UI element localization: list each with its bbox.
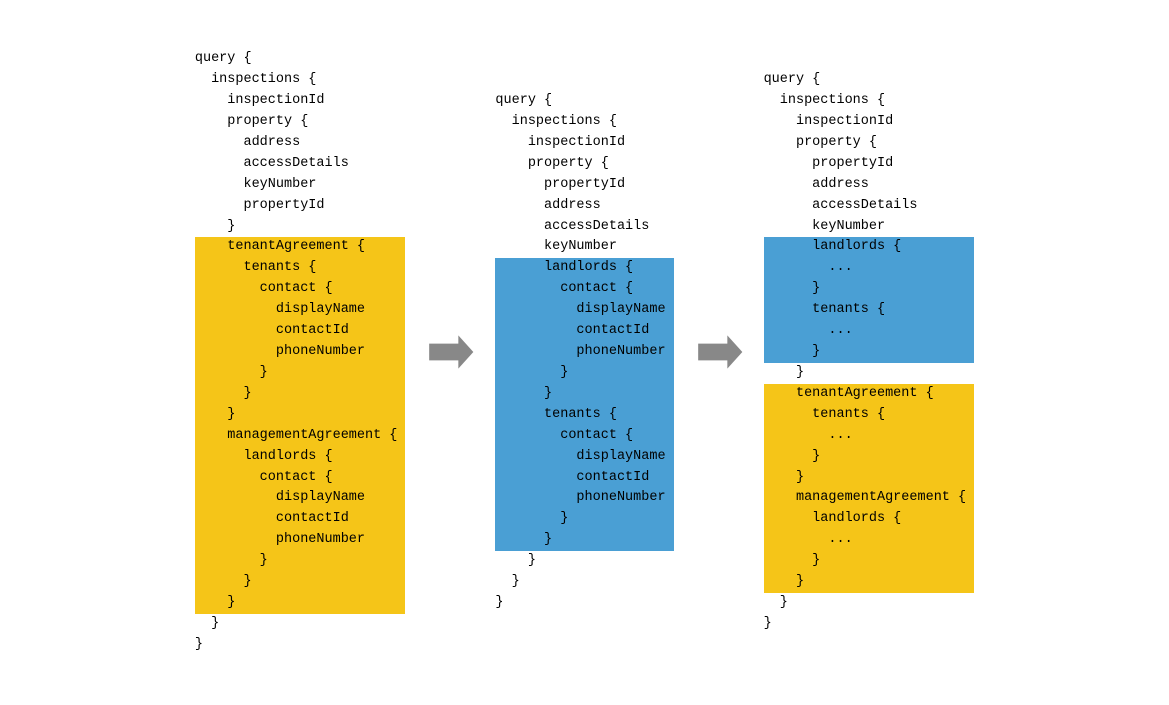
code-line: managementAgreement {: [195, 426, 406, 447]
code-line: }: [195, 405, 406, 426]
code-line: contact {: [495, 279, 673, 300]
code-line: propertyId: [495, 175, 673, 196]
code-line: tenants {: [764, 405, 975, 426]
code-block-1: query { inspections { inspectionId prope…: [195, 49, 406, 656]
code-line: }: [195, 635, 406, 656]
code-line: phoneNumber: [195, 342, 406, 363]
code-line: query {: [195, 49, 406, 70]
code-line: }: [195, 614, 406, 635]
code-line: propertyId: [764, 154, 975, 175]
code-line: contact {: [195, 468, 406, 489]
code-line: inspectionId: [764, 112, 975, 133]
code-line: }: [195, 217, 406, 238]
code-line: }: [764, 342, 975, 363]
code-line: inspectionId: [495, 133, 673, 154]
code-line: }: [495, 363, 673, 384]
code-line: contactId: [195, 509, 406, 530]
code-line: displayName: [495, 300, 673, 321]
code-line: property {: [764, 133, 975, 154]
code-line: }: [764, 279, 975, 300]
code-line: }: [495, 572, 673, 593]
code-line: accessDetails: [195, 154, 406, 175]
code-line: displayName: [195, 300, 406, 321]
code-line: }: [764, 447, 975, 468]
code-line: }: [495, 530, 673, 551]
code-line: phoneNumber: [495, 488, 673, 509]
code-line: accessDetails: [764, 196, 975, 217]
code-line: }: [764, 551, 975, 572]
arrow-2: [694, 327, 744, 377]
code-line: inspections {: [495, 112, 673, 133]
code-line: accessDetails: [495, 217, 673, 238]
code-line: }: [495, 384, 673, 405]
code-line: }: [495, 593, 673, 614]
code-line: phoneNumber: [495, 342, 673, 363]
code-line: inspections {: [764, 91, 975, 112]
code-line: contactId: [195, 321, 406, 342]
code-line: landlords {: [764, 237, 975, 258]
code-line: }: [764, 593, 975, 614]
code-block-3: query { inspections { inspectionId prope…: [764, 70, 975, 635]
arrow-1: [425, 327, 475, 377]
code-line: propertyId: [195, 196, 406, 217]
code-line: }: [495, 509, 673, 530]
code-line: query {: [764, 70, 975, 91]
code-line: keyNumber: [495, 237, 673, 258]
code-line: }: [764, 468, 975, 489]
code-line: keyNumber: [195, 175, 406, 196]
code-block-2: query { inspections { inspectionId prope…: [495, 91, 673, 614]
code-line: tenantAgreement {: [764, 384, 975, 405]
code-line: }: [764, 572, 975, 593]
code-line: landlords {: [764, 509, 975, 530]
code-line: }: [195, 384, 406, 405]
code-line: contactId: [495, 321, 673, 342]
code-line: }: [764, 614, 975, 635]
code-line: tenants {: [764, 300, 975, 321]
code-line: managementAgreement {: [764, 488, 975, 509]
code-line: address: [195, 133, 406, 154]
code-line: property {: [195, 112, 406, 133]
code-line: address: [764, 175, 975, 196]
code-line: contact {: [195, 279, 406, 300]
code-line: contact {: [495, 426, 673, 447]
code-line: ...: [764, 530, 975, 551]
code-line: property {: [495, 154, 673, 175]
code-line: }: [195, 551, 406, 572]
code-line: landlords {: [195, 447, 406, 468]
code-line: tenants {: [495, 405, 673, 426]
code-line: keyNumber: [764, 217, 975, 238]
code-line: ...: [764, 426, 975, 447]
code-line: inspectionId: [195, 91, 406, 112]
code-line: displayName: [195, 488, 406, 509]
code-line: phoneNumber: [195, 530, 406, 551]
code-line: tenants {: [195, 258, 406, 279]
code-line: landlords {: [495, 258, 673, 279]
code-line: displayName: [495, 447, 673, 468]
code-line: }: [195, 593, 406, 614]
code-line: contactId: [495, 468, 673, 489]
code-line: }: [195, 572, 406, 593]
code-line: address: [495, 196, 673, 217]
code-line: ...: [764, 258, 975, 279]
code-line: inspections {: [195, 70, 406, 91]
diagram: query { inspections { inspectionId prope…: [175, 29, 994, 676]
code-line: }: [764, 363, 975, 384]
code-line: }: [495, 551, 673, 572]
code-line: ...: [764, 321, 975, 342]
code-line: tenantAgreement {: [195, 237, 406, 258]
code-line: query {: [495, 91, 673, 112]
code-line: }: [195, 363, 406, 384]
